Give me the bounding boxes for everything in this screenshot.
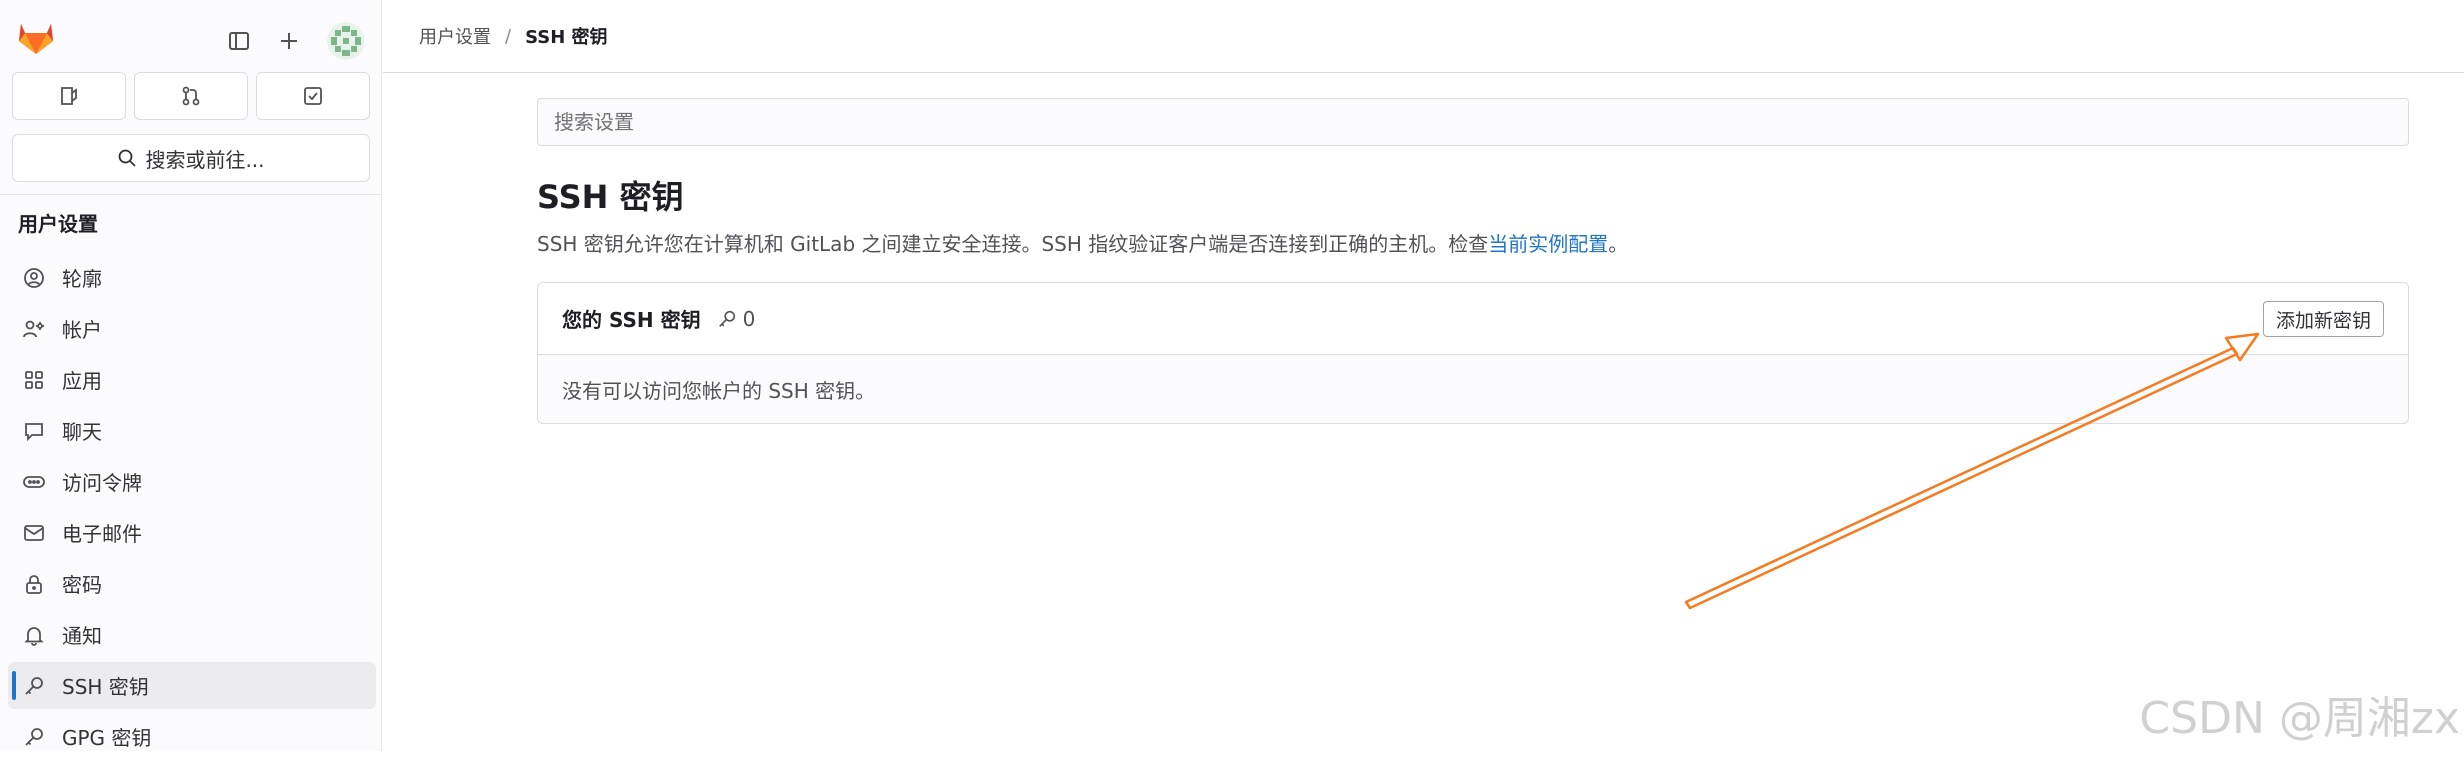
sidebar-divider [0, 194, 381, 195]
search-icon [117, 148, 137, 168]
breadcrumb-user-settings[interactable]: 用户设置 [419, 23, 491, 49]
sidebar-section-title: 用户设置 [18, 212, 98, 236]
todos-button[interactable] [256, 72, 370, 120]
sidebar-item-account[interactable]: 帐户 [8, 305, 376, 352]
mail-icon [22, 522, 46, 544]
avatar[interactable] [327, 22, 365, 60]
token-icon [22, 471, 46, 493]
instance-config-link[interactable]: 当前实例配置 [1488, 232, 1608, 256]
issues-button[interactable] [12, 72, 126, 120]
description-text: SSH 密钥允许您在计算机和 GitLab 之间建立安全连接。SSH 指纹验证客… [537, 232, 1489, 256]
card-title: 您的 SSH 密钥 [562, 308, 701, 332]
sidebar: 搜索或前往... 用户设置 轮廓 帐户 应用 聊天 访问令牌 电子邮件 密码 通… [0, 0, 382, 751]
applications-icon [22, 369, 46, 391]
empty-state-text: 没有可以访问您帐户的 SSH 密钥。 [538, 355, 2408, 423]
breadcrumb-ssh-keys[interactable]: SSH 密钥 [525, 23, 607, 49]
account-icon [22, 318, 46, 340]
key-count: 0 [742, 306, 756, 331]
key-count-badge: 0 [717, 306, 756, 331]
sidebar-toggle-icon[interactable] [227, 29, 251, 53]
sidebar-item-ssh-keys[interactable]: SSH 密钥 [8, 662, 376, 709]
bell-icon [22, 624, 46, 646]
todos-icon [302, 85, 324, 107]
gitlab-logo-icon[interactable] [16, 18, 56, 60]
breadcrumb: 用户设置 / SSH 密钥 [383, 0, 2464, 73]
merge-requests-button[interactable] [134, 72, 248, 120]
sidebar-item-label: 密码 [62, 573, 102, 597]
profile-icon [22, 267, 46, 289]
search-or-go-button[interactable]: 搜索或前往... [12, 134, 370, 182]
page-description: SSH 密钥允许您在计算机和 GitLab 之间建立安全连接。SSH 指纹验证客… [537, 228, 1628, 257]
sidebar-item-label: 访问令牌 [62, 471, 142, 495]
sidebar-item-profile[interactable]: 轮廓 [8, 254, 376, 301]
sidebar-item-label: 轮廓 [62, 267, 102, 291]
plus-icon[interactable] [277, 29, 301, 53]
issues-icon [58, 85, 80, 107]
merge-requests-icon [180, 85, 202, 107]
sidebar-item-label: 电子邮件 [62, 522, 142, 546]
settings-search-input[interactable] [537, 98, 2409, 146]
sidebar-item-label: SSH 密钥 [62, 675, 149, 699]
sidebar-item-label: GPG 密钥 [62, 726, 152, 750]
key-icon [22, 726, 46, 748]
search-button-label: 搜索或前往... [145, 147, 265, 172]
quick-buttons [12, 72, 370, 120]
sidebar-item-chat[interactable]: 聊天 [8, 407, 376, 454]
chat-icon [22, 420, 46, 442]
ssh-keys-card: 您的 SSH 密钥 0 添加新密钥 没有可以访问您帐户的 SSH 密钥。 [537, 282, 2409, 424]
breadcrumb-separator: / [505, 25, 512, 47]
sidebar-item-applications[interactable]: 应用 [8, 356, 376, 403]
sidebar-item-gpg-keys[interactable]: GPG 密钥 [8, 713, 376, 760]
sidebar-item-password[interactable]: 密码 [8, 560, 376, 607]
card-header: 您的 SSH 密钥 0 添加新密钥 [538, 283, 2408, 355]
watermark: CSDN @周湘zx [2139, 693, 2460, 744]
add-new-key-button[interactable]: 添加新密钥 [2262, 301, 2384, 337]
sidebar-item-access-tokens[interactable]: 访问令牌 [8, 458, 376, 505]
description-end: 。 [1608, 232, 1629, 256]
lock-icon [22, 573, 46, 595]
sidebar-item-label: 应用 [62, 369, 102, 393]
sidebar-item-label: 通知 [62, 624, 102, 648]
key-icon [22, 675, 46, 697]
sidebar-item-label: 帐户 [62, 318, 102, 342]
page-title: SSH 密钥 [537, 178, 684, 216]
settings-nav: 轮廓 帐户 应用 聊天 访问令牌 电子邮件 密码 通知 SSH 密钥 GPG 密… [8, 254, 376, 764]
sidebar-top-actions [227, 22, 365, 60]
sidebar-item-notifications[interactable]: 通知 [8, 611, 376, 658]
sidebar-item-emails[interactable]: 电子邮件 [8, 509, 376, 556]
sidebar-item-label: 聊天 [62, 420, 102, 444]
key-icon [717, 309, 737, 329]
